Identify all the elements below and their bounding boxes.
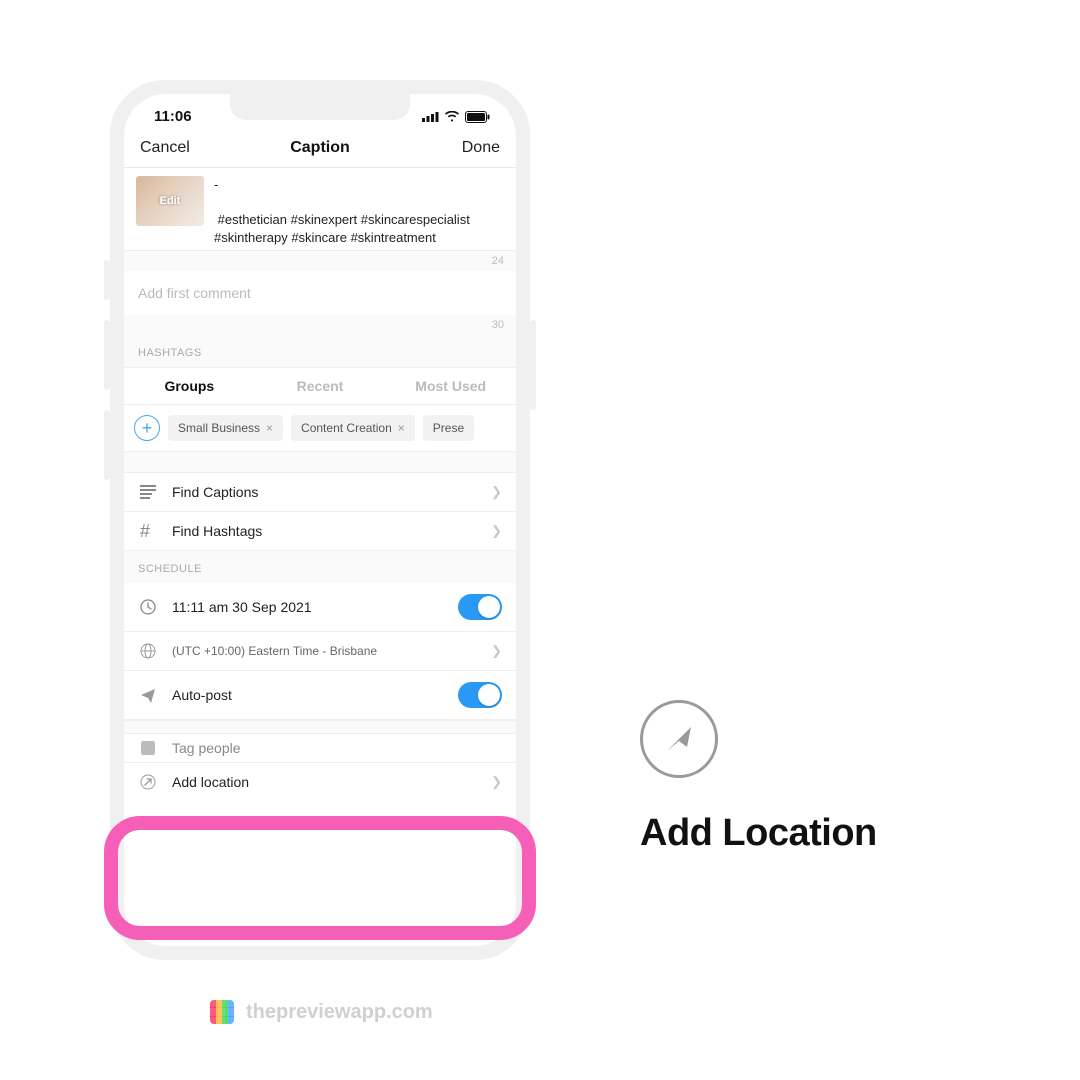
hashtag-tabs: Groups Recent Most Used	[124, 367, 516, 405]
chip-label: Content Creation	[301, 421, 392, 435]
hashtags-section-label: HASHTAGS	[124, 335, 516, 367]
watermark-text: thepreviewapp.com	[246, 1001, 433, 1024]
phone-frame: 11:06 Cancel Caption Done Edit - #esthet…	[110, 80, 530, 960]
find-hashtags-row[interactable]: # Find Hashtags ❯	[124, 512, 516, 551]
clock-icon	[138, 599, 158, 615]
caption-count: 24	[124, 251, 516, 271]
phone-button	[104, 320, 110, 390]
hashtag-groups-row: + Small Business × Content Creation × Pr…	[124, 405, 516, 451]
signal-icon	[422, 111, 439, 122]
timezone-row[interactable]: (UTC +10:00) Eastern Time - Brisbane ❯	[124, 632, 516, 671]
row-label: Tag people	[172, 740, 502, 756]
battery-icon	[465, 111, 490, 123]
tab-groups[interactable]: Groups	[124, 368, 255, 404]
row-label: Find Captions	[172, 484, 477, 500]
send-icon	[138, 687, 158, 703]
edit-thumbnail-label: Edit	[160, 195, 181, 207]
row-label: Auto-post	[172, 687, 444, 703]
row-label: Find Hashtags	[172, 523, 477, 539]
schedule-datetime-row[interactable]: 11:11 am 30 Sep 2021	[124, 583, 516, 632]
tab-recent[interactable]: Recent	[255, 368, 386, 404]
auto-post-row[interactable]: Auto-post	[124, 671, 516, 720]
chip-label: Small Business	[178, 421, 260, 435]
cancel-button[interactable]: Cancel	[140, 139, 200, 157]
text-lines-icon	[138, 485, 158, 499]
chevron-right-icon: ❯	[491, 774, 502, 790]
phone-button	[104, 410, 110, 480]
first-comment-input[interactable]: Add first comment	[124, 271, 516, 315]
status-icons	[422, 111, 490, 123]
row-label: (UTC +10:00) Eastern Time - Brisbane	[172, 644, 477, 658]
page-title: Caption	[290, 139, 350, 157]
row-label: 11:11 am 30 Sep 2021	[172, 599, 444, 615]
post-thumbnail[interactable]: Edit	[136, 176, 204, 226]
schedule-toggle[interactable]	[458, 594, 502, 620]
first-comment-count: 30	[124, 315, 516, 335]
hashtag-group-chip[interactable]: Small Business ×	[168, 415, 283, 441]
preview-app-logo	[210, 1000, 234, 1024]
add-location-row[interactable]: Add location ❯	[124, 763, 516, 801]
row-label: Add location	[172, 774, 477, 790]
svg-text:#: #	[140, 523, 150, 539]
section-gap	[124, 720, 516, 734]
tag-people-row[interactable]: Tag people	[124, 734, 516, 763]
callout-title: Add Location	[640, 812, 877, 855]
chevron-right-icon: ❯	[491, 643, 502, 659]
globe-icon	[138, 643, 158, 659]
chip-label: Prese	[433, 421, 464, 435]
hashtag-icon: #	[138, 523, 158, 539]
caption-text[interactable]: - #esthetician #skinexpert #skincarespec…	[214, 176, 504, 246]
status-time: 11:06	[154, 108, 192, 125]
tag-people-icon	[138, 740, 158, 756]
chip-remove-icon[interactable]: ×	[266, 421, 273, 435]
chevron-right-icon: ❯	[491, 484, 502, 500]
done-button[interactable]: Done	[440, 139, 500, 157]
navbar: Cancel Caption Done	[124, 129, 516, 168]
location-arrow-icon	[138, 774, 158, 790]
caption-editor[interactable]: Edit - #esthetician #skinexpert #skincar…	[124, 168, 516, 251]
watermark: thepreviewapp.com	[210, 1000, 433, 1024]
wifi-icon	[444, 111, 460, 122]
add-group-button[interactable]: +	[134, 415, 160, 441]
callout: Add Location	[640, 700, 877, 855]
chip-remove-icon[interactable]: ×	[398, 421, 405, 435]
phone-button	[104, 260, 110, 300]
phone-notch	[230, 94, 410, 120]
chevron-right-icon: ❯	[491, 523, 502, 539]
phone-screen: 11:06 Cancel Caption Done Edit - #esthet…	[124, 94, 516, 946]
hashtag-group-chip[interactable]: Prese	[423, 415, 474, 441]
section-gap	[124, 451, 516, 473]
autopost-toggle[interactable]	[458, 682, 502, 708]
find-captions-row[interactable]: Find Captions ❯	[124, 473, 516, 512]
schedule-section-label: SCHEDULE	[124, 551, 516, 583]
tab-most-used[interactable]: Most Used	[385, 368, 516, 404]
location-arrow-icon	[640, 700, 718, 778]
hashtag-group-chip[interactable]: Content Creation ×	[291, 415, 415, 441]
phone-button	[530, 320, 536, 410]
